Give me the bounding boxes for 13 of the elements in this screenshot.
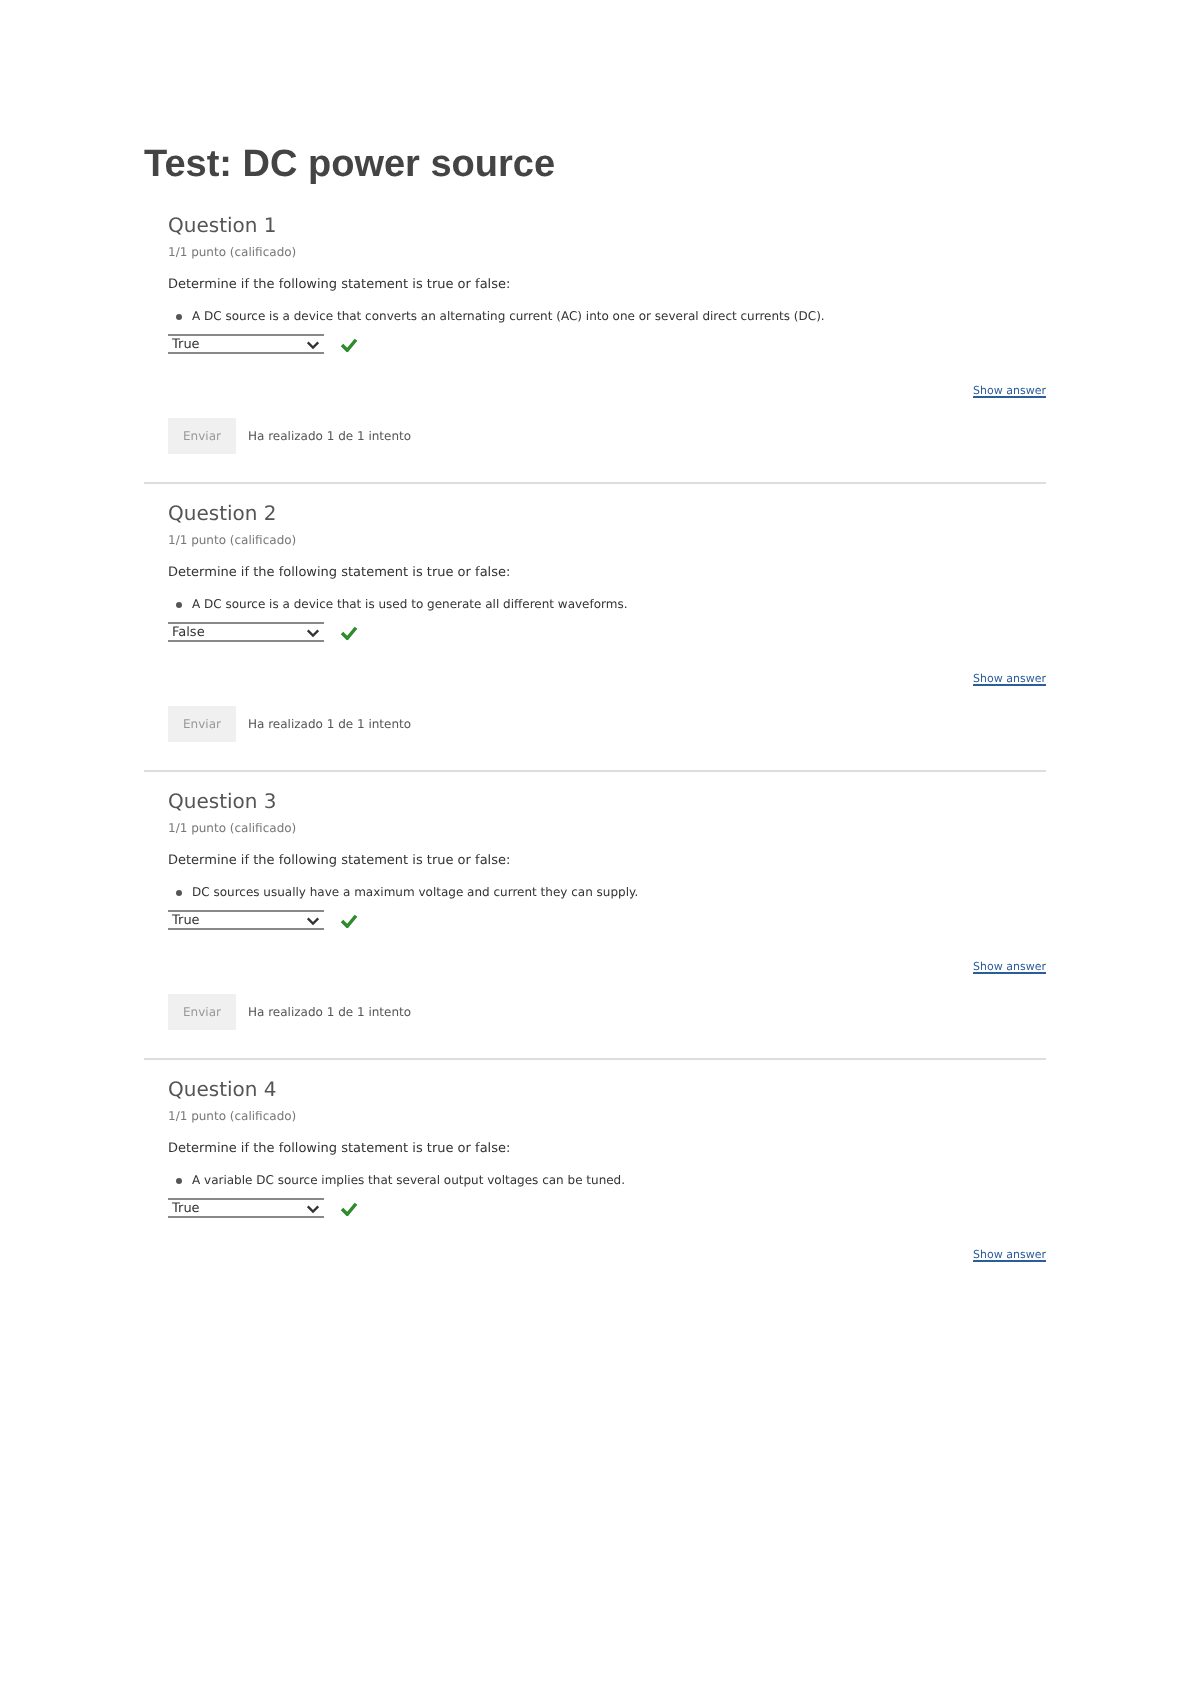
caret-icon [306, 627, 320, 637]
question-heading: Question 4 [168, 1080, 279, 1102]
caret-icon [306, 339, 320, 349]
question-heading: Question 2 [168, 504, 279, 526]
question-heading: Question 1 [168, 216, 279, 238]
caret-icon [306, 1203, 320, 1213]
caret-icon [306, 915, 320, 925]
page-title: Test: DC power source [144, 144, 558, 188]
bullet-icon [176, 890, 182, 896]
question-heading: Question 3 [168, 792, 279, 814]
bullet-icon [176, 314, 182, 320]
bullet-icon [176, 602, 182, 608]
bullet-icon [176, 1178, 182, 1184]
